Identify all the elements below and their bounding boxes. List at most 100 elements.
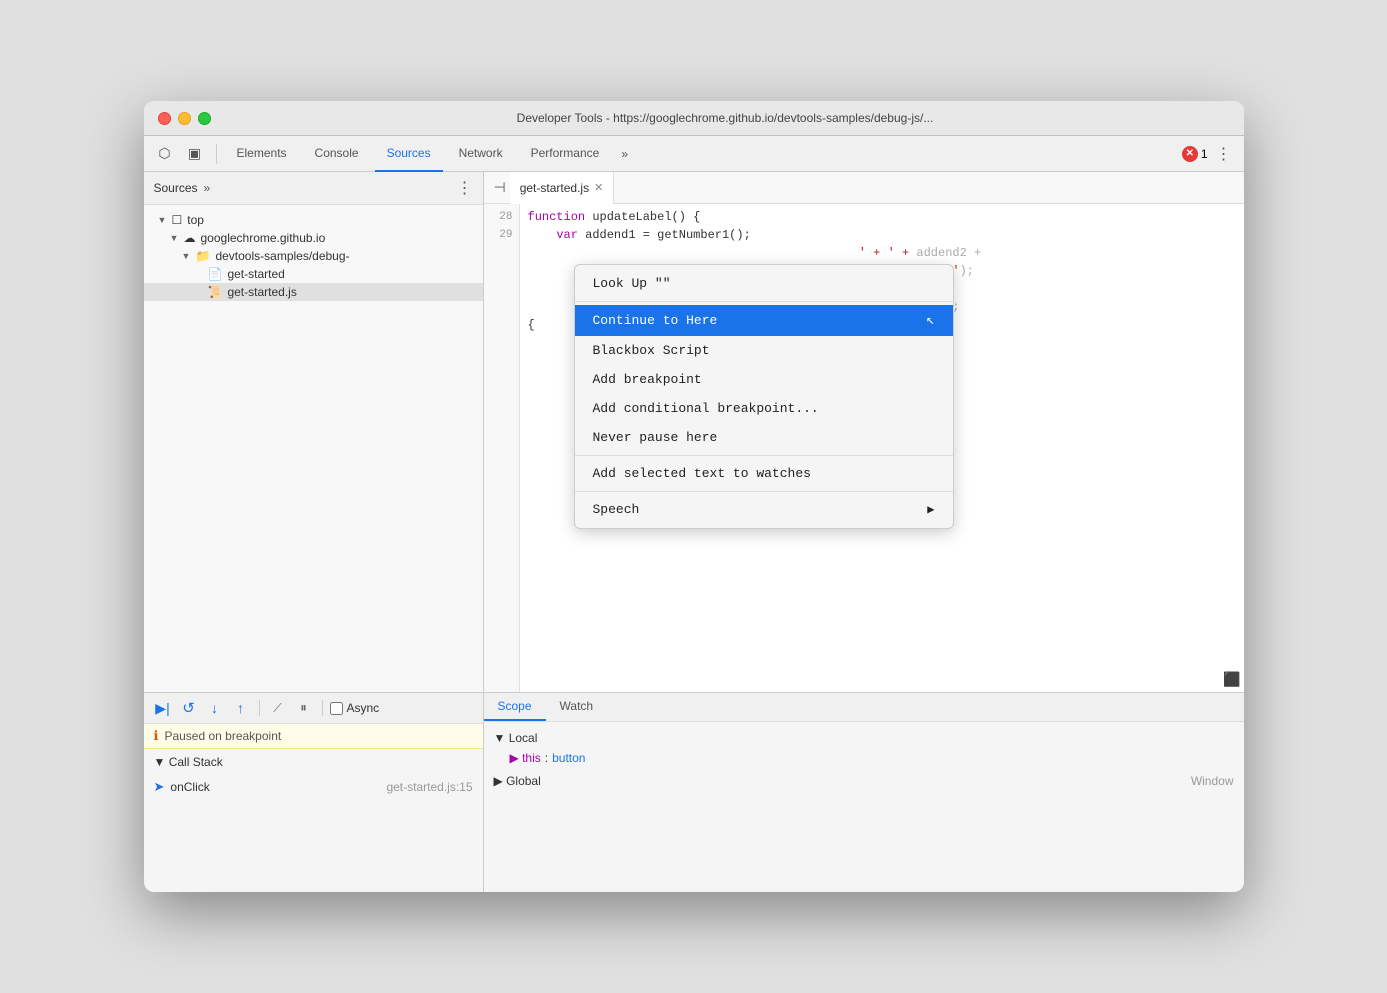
ctx-blackbox[interactable]: Blackbox Script	[575, 336, 953, 365]
ctx-add-breakpoint-label: Add breakpoint	[593, 372, 702, 387]
devtools-window: Developer Tools - https://googlechrome.g…	[144, 101, 1244, 892]
local-section-header[interactable]: ▼ Local	[494, 728, 1234, 748]
async-checkbox[interactable]	[330, 702, 343, 715]
minimize-button[interactable]	[178, 112, 191, 125]
tree-item-get-started[interactable]: 📄 get-started	[144, 265, 483, 283]
scope-this-item: ▶ this : button	[494, 748, 1234, 768]
bottom-left: ▶| ↺ ↓ ↑ ⟋ ⏸ Async ℹ Paused on breakpoin…	[144, 693, 484, 892]
js-file-icon: 📜	[208, 285, 223, 299]
scope-tabs: Scope Watch	[484, 693, 1244, 722]
ctx-speech-arrow: ▶	[927, 502, 934, 517]
file-tree: ▼ ☐ top ▼ ☁ googlechrome.github.io ▼ 📁 d…	[144, 205, 483, 692]
window-title: Developer Tools - https://googlechrome.g…	[221, 111, 1230, 125]
ctx-look-up[interactable]: Look Up ""	[575, 269, 953, 298]
ctx-add-conditional[interactable]: Add conditional breakpoint...	[575, 394, 953, 423]
paused-info-icon: ℹ	[154, 728, 159, 744]
tree-item-get-started-js[interactable]: 📜 get-started.js	[144, 283, 483, 301]
call-arrow-icon: ➤	[154, 779, 165, 795]
code-line-29: var addend1 = getNumber1();	[528, 226, 1236, 244]
device-icon[interactable]: ▣	[182, 141, 208, 167]
tree-item-github[interactable]: ▼ ☁ googlechrome.github.io	[144, 229, 483, 247]
tab-performance[interactable]: Performance	[519, 136, 612, 172]
global-section-header[interactable]: ▶ Global	[494, 771, 541, 791]
ctx-never-pause[interactable]: Never pause here	[575, 423, 953, 452]
ctx-continue-here-label: Continue to Here	[593, 313, 718, 328]
call-fn-onclick: onClick	[170, 780, 380, 794]
resume-button[interactable]: ▶|	[152, 697, 174, 719]
editor-tab-close-icon[interactable]: ✕	[594, 181, 603, 194]
error-icon: ✕	[1182, 146, 1198, 162]
line-num-29: 29	[484, 226, 519, 244]
tree-item-devtools[interactable]: ▼ 📁 devtools-samples/debug-	[144, 247, 483, 265]
code-area[interactable]: 28 29 function updateLabel() { var adden…	[484, 204, 1244, 692]
error-badge: ✕ 1	[1182, 146, 1208, 162]
error-count: 1	[1201, 147, 1208, 161]
ctx-add-breakpoint[interactable]: Add breakpoint	[575, 365, 953, 394]
global-window-label: Window	[1191, 774, 1234, 788]
call-location-onclick: get-started.js:15	[386, 780, 472, 794]
editor-tab-label: get-started.js	[520, 181, 589, 195]
debug-toolbar: ▶| ↺ ↓ ↑ ⟋ ⏸ Async	[144, 693, 483, 724]
scope-this-value: button	[552, 751, 585, 765]
tree-label-get-started: get-started	[227, 267, 284, 281]
cursor-icon[interactable]: ⬡	[152, 141, 178, 167]
tab-sources[interactable]: Sources	[375, 136, 443, 172]
editor-tab-get-started-js[interactable]: get-started.js ✕	[510, 172, 615, 204]
tree-arrow-top: ▼	[158, 215, 168, 225]
ctx-continue-here[interactable]: Continue to Here ↖	[575, 305, 953, 336]
async-checkbox-label[interactable]: Async	[330, 701, 380, 715]
step-over-button[interactable]: ↺	[178, 697, 200, 719]
left-panel: Sources » ⋮ ▼ ☐ top ▼ ☁ googlechrome.git…	[144, 172, 484, 692]
deactivate-breakpoints-button[interactable]: ⟋	[267, 697, 289, 719]
title-bar: Developer Tools - https://googlechrome.g…	[144, 101, 1244, 136]
scope-colon: :	[545, 751, 548, 765]
line-num-28: 28	[484, 208, 519, 226]
debug-divider	[259, 700, 260, 716]
tab-network[interactable]: Network	[447, 136, 515, 172]
ctx-speech[interactable]: Speech ▶	[575, 495, 953, 524]
file-icon-get-started: 📄	[208, 267, 223, 281]
sources-panel-more[interactable]: »	[204, 181, 211, 195]
cursor-icon-menu: ↖	[926, 312, 934, 329]
tabs-more-button[interactable]: »	[615, 147, 634, 161]
tree-item-top[interactable]: ▼ ☐ top	[144, 211, 483, 229]
ctx-blackbox-label: Blackbox Script	[593, 343, 710, 358]
context-menu: Look Up "" Continue to Here ↖ Blackbox S…	[574, 264, 954, 529]
sources-panel-label: Sources	[154, 181, 198, 195]
tree-label-get-started-js: get-started.js	[227, 285, 296, 299]
local-section-label: ▼ Local	[494, 731, 538, 745]
paused-bar: ℹ Paused on breakpoint	[144, 724, 483, 749]
sources-panel-header: Sources » ⋮	[144, 172, 483, 205]
scope-tab-scope[interactable]: Scope	[484, 693, 546, 721]
back-forward-icon[interactable]: ⊣	[490, 179, 510, 196]
scrollbar-icon[interactable]: ⬛	[1220, 669, 1243, 692]
ctx-divider-2	[575, 455, 953, 456]
tab-elements[interactable]: Elements	[225, 136, 299, 172]
call-stack-header[interactable]: ▼ Call Stack	[144, 749, 483, 775]
tree-arrow-devtools: ▼	[182, 251, 192, 261]
step-out-button[interactable]: ↑	[230, 697, 252, 719]
pause-on-exceptions-button[interactable]: ⏸	[293, 697, 315, 719]
ctx-add-watches-label: Add selected text to watches	[593, 466, 811, 481]
tab-console[interactable]: Console	[303, 136, 371, 172]
close-button[interactable]	[158, 112, 171, 125]
scope-this-key: ▶ this	[510, 751, 541, 765]
ctx-divider-1	[575, 301, 953, 302]
global-section-row: ▶ Global Window	[494, 768, 1234, 794]
async-label: Async	[347, 701, 380, 715]
call-stack-title: ▼ Call Stack	[154, 755, 223, 769]
toolbar-kebab[interactable]: ⋮	[1212, 144, 1236, 164]
ctx-add-watches[interactable]: Add selected text to watches	[575, 459, 953, 488]
tree-label-top: top	[187, 213, 204, 227]
right-panel: ⊣ get-started.js ✕ 28 29	[484, 172, 1244, 692]
scope-tab-watch[interactable]: Watch	[546, 693, 608, 721]
folder-icon-top: ☐	[172, 213, 183, 227]
ctx-add-conditional-label: Add conditional breakpoint...	[593, 401, 819, 416]
step-into-button[interactable]: ↓	[204, 697, 226, 719]
tree-arrow-github: ▼	[170, 233, 180, 243]
main-area: Sources » ⋮ ▼ ☐ top ▼ ☁ googlechrome.git…	[144, 172, 1244, 692]
call-stack-onclick[interactable]: ➤ onClick get-started.js:15	[144, 775, 483, 799]
sources-panel-kebab[interactable]: ⋮	[457, 178, 473, 198]
editor-tabs: ⊣ get-started.js ✕	[484, 172, 1244, 204]
maximize-button[interactable]	[198, 112, 211, 125]
